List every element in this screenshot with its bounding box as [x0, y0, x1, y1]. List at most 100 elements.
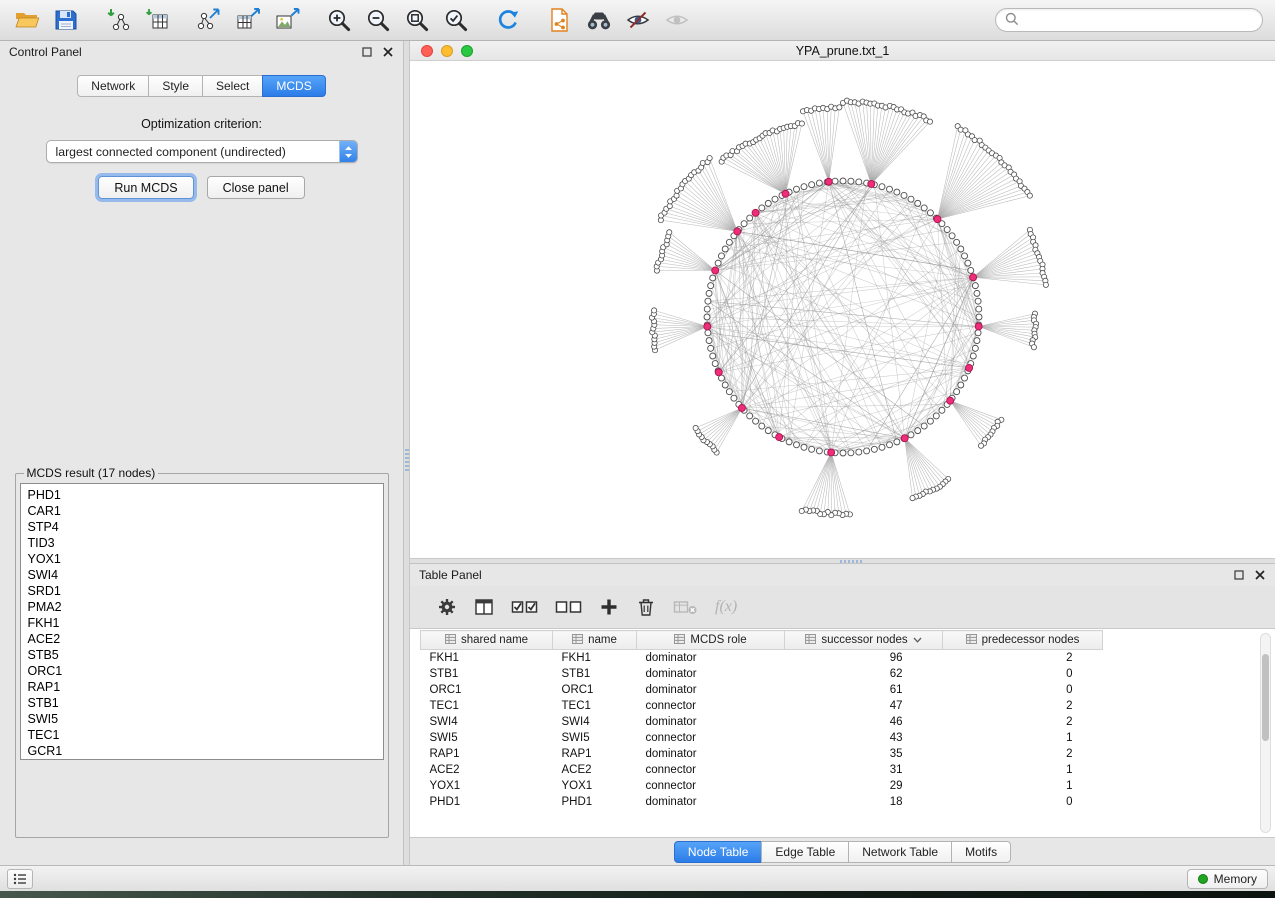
- table-cell[interactable]: 2: [943, 714, 1103, 730]
- export-network-icon[interactable]: [194, 5, 224, 35]
- column-header-successor-nodes[interactable]: successor nodes: [785, 631, 943, 650]
- mcds-result-node[interactable]: FKH1: [21, 615, 383, 631]
- mcds-result-node[interactable]: RAP1: [21, 679, 383, 695]
- export-table-icon[interactable]: [233, 5, 263, 35]
- table-row[interactable]: SWI4SWI4dominator462: [421, 714, 1103, 730]
- close-panel-button[interactable]: Close panel: [207, 176, 305, 199]
- table-cell[interactable]: 1: [943, 778, 1103, 794]
- run-mcds-button[interactable]: Run MCDS: [98, 176, 193, 199]
- tab-edge-table[interactable]: Edge Table: [761, 841, 849, 863]
- table-cell[interactable]: STB1: [421, 666, 553, 682]
- table-cell[interactable]: SWI5: [421, 730, 553, 746]
- table-cell[interactable]: PHD1: [421, 794, 553, 810]
- table-cell[interactable]: ACE2: [421, 762, 553, 778]
- table-cell[interactable]: 2: [943, 746, 1103, 762]
- table-cell[interactable]: 43: [785, 730, 943, 746]
- table-cell[interactable]: ORC1: [421, 682, 553, 698]
- column-header-MCDS-role[interactable]: MCDS role: [637, 631, 785, 650]
- horizontal-splitter[interactable]: [410, 558, 1275, 564]
- find-icon[interactable]: [584, 5, 614, 35]
- mcds-result-node[interactable]: TEC1: [21, 727, 383, 743]
- import-table-icon[interactable]: [142, 5, 172, 35]
- table-cell[interactable]: 18: [785, 794, 943, 810]
- panel-menu-button[interactable]: [7, 869, 33, 889]
- save-icon[interactable]: [51, 5, 81, 35]
- table-cell[interactable]: ACE2: [553, 762, 637, 778]
- float-panel-icon[interactable]: [361, 46, 373, 58]
- open-folder-icon[interactable]: [12, 5, 42, 35]
- table-cell[interactable]: 46: [785, 714, 943, 730]
- table-row[interactable]: TEC1TEC1connector472: [421, 698, 1103, 714]
- table-cell[interactable]: 1: [943, 730, 1103, 746]
- mcds-result-node[interactable]: SRD1: [21, 583, 383, 599]
- table-row[interactable]: ORC1ORC1dominator610: [421, 682, 1103, 698]
- refresh-icon[interactable]: [493, 5, 523, 35]
- table-cell[interactable]: connector: [637, 730, 785, 746]
- table-cell[interactable]: SWI4: [421, 714, 553, 730]
- tab-motifs[interactable]: Motifs: [951, 841, 1011, 863]
- table-row[interactable]: ACE2ACE2connector311: [421, 762, 1103, 778]
- search-box[interactable]: [995, 8, 1263, 32]
- table-cell[interactable]: dominator: [637, 794, 785, 810]
- mcds-result-node[interactable]: STB5: [21, 647, 383, 663]
- table-cell[interactable]: YOX1: [421, 778, 553, 794]
- table-row[interactable]: RAP1RAP1dominator352: [421, 746, 1103, 762]
- table-row[interactable]: YOX1YOX1connector291: [421, 778, 1103, 794]
- export-image-icon[interactable]: [272, 5, 302, 35]
- table-row[interactable]: FKH1FKH1dominator962: [421, 650, 1103, 666]
- table-cell[interactable]: 0: [943, 682, 1103, 698]
- zoom-out-icon[interactable]: [363, 5, 393, 35]
- window-minimize-button[interactable]: [441, 45, 453, 57]
- column-header-shared-name[interactable]: shared name: [421, 631, 553, 650]
- table-cell[interactable]: dominator: [637, 714, 785, 730]
- table-cell[interactable]: dominator: [637, 666, 785, 682]
- table-cell[interactable]: STB1: [553, 666, 637, 682]
- share-document-icon[interactable]: [545, 5, 575, 35]
- table-cell[interactable]: FKH1: [421, 650, 553, 666]
- memory-button[interactable]: Memory: [1187, 869, 1268, 889]
- table-cell[interactable]: SWI5: [553, 730, 637, 746]
- table-cell[interactable]: RAP1: [421, 746, 553, 762]
- mcds-result-node[interactable]: SWI5: [21, 711, 383, 727]
- table-cell[interactable]: 2: [943, 698, 1103, 714]
- column-header-name[interactable]: name: [553, 631, 637, 650]
- table-cell[interactable]: 47: [785, 698, 943, 714]
- zoom-in-icon[interactable]: [324, 5, 354, 35]
- function-builder[interactable]: f(x): [715, 598, 737, 616]
- network-view-canvas[interactable]: [410, 61, 1275, 558]
- table-cell[interactable]: RAP1: [553, 746, 637, 762]
- table-row[interactable]: SWI5SWI5connector431: [421, 730, 1103, 746]
- table-cell[interactable]: TEC1: [421, 698, 553, 714]
- zoom-fit-icon[interactable]: [402, 5, 432, 35]
- table-cell[interactable]: FKH1: [553, 650, 637, 666]
- zoom-selected-icon[interactable]: [441, 5, 471, 35]
- mcds-result-node[interactable]: YOX1: [21, 551, 383, 567]
- mcds-result-node[interactable]: STP4: [21, 519, 383, 535]
- table-cell[interactable]: SWI4: [553, 714, 637, 730]
- table-cell[interactable]: YOX1: [553, 778, 637, 794]
- close-table-panel-icon[interactable]: [1254, 569, 1266, 581]
- table-cell[interactable]: dominator: [637, 746, 785, 762]
- search-input[interactable]: [1025, 13, 1253, 27]
- tab-mcds[interactable]: MCDS: [262, 75, 325, 97]
- table-cell[interactable]: connector: [637, 762, 785, 778]
- tab-select[interactable]: Select: [202, 75, 263, 97]
- mcds-result-list[interactable]: PHD1CAR1STP4TID3YOX1SWI4SRD1PMA2FKH1ACE2…: [20, 483, 384, 760]
- deselect-all-icon[interactable]: [555, 597, 582, 617]
- table-cell[interactable]: dominator: [637, 682, 785, 698]
- window-zoom-button[interactable]: [461, 45, 473, 57]
- table-cell[interactable]: connector: [637, 778, 785, 794]
- mcds-result-node[interactable]: ACE2: [21, 631, 383, 647]
- table-cell[interactable]: connector: [637, 698, 785, 714]
- mcds-result-node[interactable]: PMA2: [21, 599, 383, 615]
- tab-style[interactable]: Style: [148, 75, 203, 97]
- mcds-result-node[interactable]: SWI4: [21, 567, 383, 583]
- mcds-result-node[interactable]: STB1: [21, 695, 383, 711]
- float-table-panel-icon[interactable]: [1233, 569, 1245, 581]
- clear-values-icon[interactable]: [673, 597, 698, 617]
- column-header-predecessor-nodes[interactable]: predecessor nodes: [943, 631, 1103, 650]
- tab-node-table[interactable]: Node Table: [674, 841, 763, 863]
- table-cell[interactable]: TEC1: [553, 698, 637, 714]
- import-network-icon[interactable]: [103, 5, 133, 35]
- table-cell[interactable]: PHD1: [553, 794, 637, 810]
